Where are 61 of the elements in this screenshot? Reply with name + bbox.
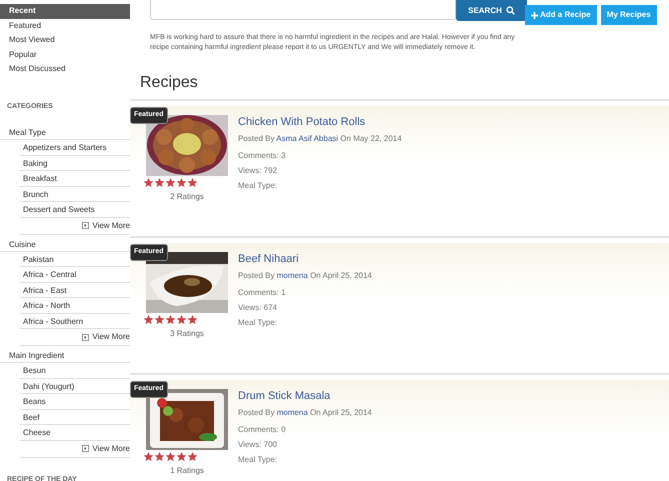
author-link[interactable]: momena [276,408,308,417]
star-icon [176,451,187,462]
views-count: Views: 792 [238,165,278,177]
filter-item[interactable]: Popular [0,48,130,62]
meal-type-label: Meal Type: [238,454,278,466]
category-item[interactable]: Africa - North [20,298,130,314]
view-more-link[interactable]: View More [92,442,130,454]
search-field[interactable] [150,0,456,20]
category-item[interactable]: Dessert and Sweets [20,202,130,218]
comments-count: Comments: 3 [238,150,287,162]
category-item[interactable]: Africa - Southern [20,314,130,329]
expand-icon [82,445,90,452]
star-icon [165,451,176,462]
plus-icon [531,12,538,18]
star-icon [143,314,154,325]
expand-icon [82,222,90,229]
star-icon [187,314,198,325]
filter-item[interactable]: Recent [0,4,130,18]
filter-item[interactable]: Featured [0,18,130,33]
ratings-count: 3 Ratings [169,328,205,340]
search-icon [506,6,515,15]
posted-by-text: Posted By Asma Asif Abbasi On May 22, 2014 [238,133,402,145]
filter-item[interactable]: Most Viewed [0,33,130,48]
author-link[interactable]: momena [276,271,308,280]
view-more-link[interactable]: View More [92,220,130,232]
star-icon [165,314,176,325]
comments-count: Comments: 0 [238,424,287,436]
posted-by-text: Posted By momena On April 25, 2014 [238,407,372,419]
posted-by-text: Posted By momena On April 25, 2014 [238,270,372,282]
recipe-title[interactable]: Beef Nihaari [238,253,372,266]
ratings-count: 1 Ratings [169,465,205,477]
category-item[interactable]: Breakfast [20,171,130,186]
meal-type-label: Meal Type: [238,317,278,329]
star-icon [154,451,165,462]
category-item[interactable]: Baking [20,156,130,171]
views-count: Views: 700 [238,439,278,451]
star-icon [143,177,154,188]
star-icon [165,177,176,188]
meal-type-label: Meal Type: [238,180,278,192]
expand-icon [82,334,90,340]
page-heading: Recipes [140,74,199,92]
author-link[interactable]: Asma Asif Abbasi [276,134,338,143]
star-icon [176,314,187,325]
comments-count: Comments: 1 [238,287,287,299]
filter-item[interactable]: Most Discussed [0,62,130,76]
ratings-count: 2 Ratings [169,191,205,203]
category-title[interactable]: Cuisine [0,236,130,252]
recipe-title[interactable]: Chicken With Potato Rolls [238,116,402,129]
star-icon [154,314,165,325]
star-icon [143,451,154,462]
category-item[interactable]: Besun [20,363,130,378]
recipe-title[interactable]: Drum Stick Masala [238,390,372,403]
star-icon [154,177,165,188]
category-item[interactable]: Brunch [20,186,130,202]
category-title[interactable]: Main Ingredient [0,348,130,363]
view-more-link[interactable]: View More [92,331,130,343]
search-button[interactable]: SEARCH [456,0,527,21]
star-icon [187,177,198,188]
star-icon [176,177,187,188]
views-count: Views: 674 [238,302,278,314]
star-icon [187,451,198,462]
